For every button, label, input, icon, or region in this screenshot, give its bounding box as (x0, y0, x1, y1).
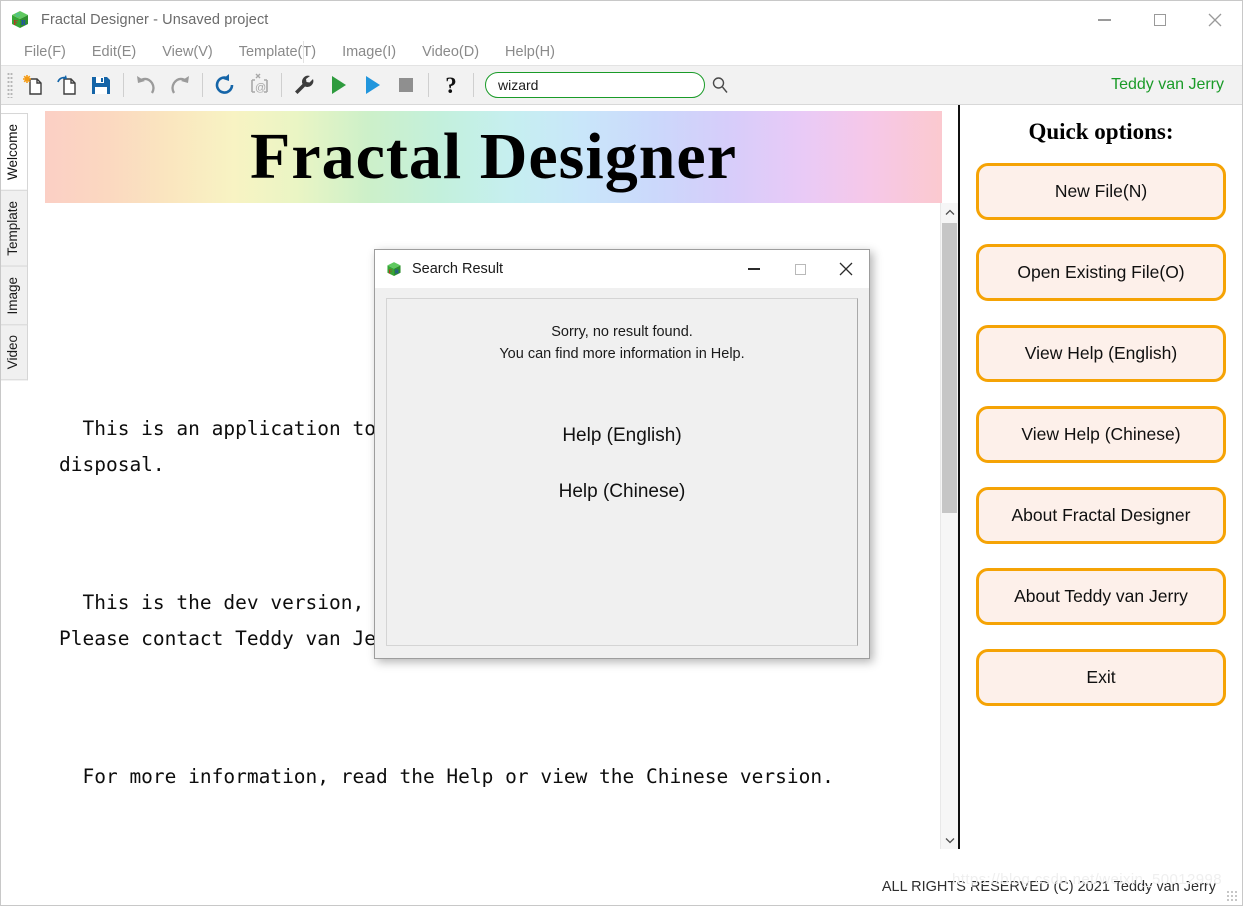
close-icon[interactable] (1187, 1, 1242, 39)
dialog-title-bar: F R Search Result (375, 250, 869, 288)
tab-video[interactable]: Video (1, 324, 28, 381)
dialog-message-line1: Sorry, no result found. (551, 324, 693, 340)
status-bar: https://blog.csdn.net/weixin_50012998 AL… (1, 869, 1242, 905)
about-fractal-designer-button[interactable]: About Fractal Designer (976, 487, 1226, 544)
scroll-down-icon[interactable] (941, 831, 959, 849)
redo-icon[interactable] (163, 68, 197, 102)
window-title: Fractal Designer - Unsaved project (41, 12, 269, 28)
open-file-icon[interactable] (50, 68, 84, 102)
search-input[interactable]: wizard (485, 72, 705, 98)
tab-image[interactable]: Image (1, 265, 28, 326)
dialog-minimize-icon[interactable] (731, 250, 777, 288)
menu-help[interactable]: Help(H) (492, 42, 568, 62)
dialog-help-english-link[interactable]: Help (English) (562, 425, 681, 447)
undo-icon[interactable] (129, 68, 163, 102)
banner: Fractal Designer (45, 111, 942, 203)
quick-options-panel: Quick options: New File(N) Open Existing… (958, 105, 1242, 849)
toolbar-grip[interactable] (7, 72, 13, 98)
quick-options-title: Quick options: (1028, 119, 1174, 144)
save-icon[interactable] (84, 68, 118, 102)
refresh-icon[interactable] (208, 68, 242, 102)
help-question-icon[interactable]: ? (434, 68, 468, 102)
toolbar: @ ? wizard Teddy van Jerry (1, 65, 1242, 105)
brand-label: Teddy van Jerry (1111, 76, 1224, 93)
menu-bar: File(F) Edit(E) View(V) Template(T) Imag… (1, 39, 1242, 65)
watermark: https://blog.csdn.net/weixin_50012998 (952, 871, 1222, 888)
toolbar-separator (473, 73, 474, 97)
render-at-icon[interactable]: @ (242, 68, 276, 102)
view-help-chinese-button[interactable]: View Help (Chinese) (976, 406, 1226, 463)
menu-edit[interactable]: Edit(E) (79, 42, 149, 62)
vertical-scrollbar[interactable] (940, 203, 958, 849)
svg-text:F: F (389, 269, 393, 275)
title-bar: F R D Fractal Designer - Unsaved project (1, 1, 1242, 39)
dialog-cube-icon: F R (387, 261, 401, 276)
dialog-window-controls (731, 250, 869, 288)
wrench-icon[interactable] (287, 68, 321, 102)
minimize-icon[interactable] (1077, 1, 1132, 39)
application-window: F R D Fractal Designer - Unsaved project… (0, 0, 1243, 906)
search-icon[interactable] (705, 72, 735, 98)
new-file-icon[interactable] (16, 68, 50, 102)
dialog-title: Search Result (412, 261, 504, 277)
dialog-content: Sorry, no result found. You can find mor… (386, 298, 858, 646)
vertical-tab-strip: Welcome Template Image Video (1, 105, 31, 849)
maximize-icon[interactable] (1132, 1, 1187, 39)
resize-grip[interactable] (1226, 890, 1238, 902)
play-green-icon[interactable] (321, 68, 355, 102)
svg-text:?: ? (445, 73, 457, 98)
exit-button[interactable]: Exit (976, 649, 1226, 706)
dialog-body: Sorry, no result found. You can find mor… (375, 288, 869, 658)
toolbar-separator (123, 73, 124, 97)
new-file-button[interactable]: New File(N) (976, 163, 1226, 220)
window-controls (1077, 1, 1242, 39)
dialog-close-icon[interactable] (823, 250, 869, 288)
search-result-dialog: F R Search Result Sorry, no result found… (374, 249, 870, 659)
menu-image[interactable]: Image(I) (329, 42, 409, 62)
menu-template[interactable]: Template(T) (226, 42, 329, 62)
toolbar-separator (202, 73, 203, 97)
scrollbar-thumb[interactable] (942, 223, 957, 513)
play-blue-icon[interactable] (355, 68, 389, 102)
svg-text:D: D (16, 14, 20, 19)
svg-text:F: F (14, 19, 18, 27)
banner-title: Fractal Designer (250, 120, 737, 193)
dialog-maximize-icon[interactable] (777, 250, 823, 288)
view-help-english-button[interactable]: View Help (English) (976, 325, 1226, 382)
scroll-up-icon[interactable] (941, 203, 959, 221)
toolbar-separator (281, 73, 282, 97)
search-area: wizard (485, 72, 735, 98)
tab-template[interactable]: Template (1, 190, 28, 267)
stop-icon[interactable] (389, 68, 423, 102)
menu-view[interactable]: View(V) (149, 42, 226, 62)
menu-file[interactable]: File(F) (11, 42, 79, 62)
open-existing-file-button[interactable]: Open Existing File(O) (976, 244, 1226, 301)
menu-video[interactable]: Video(D) (409, 42, 492, 62)
toolbar-separator (428, 73, 429, 97)
welcome-paragraph: For more information, read the Help or v… (59, 765, 834, 788)
tab-welcome[interactable]: Welcome (1, 113, 28, 192)
dialog-help-chinese-link[interactable]: Help (Chinese) (559, 481, 686, 503)
about-teddy-van-jerry-button[interactable]: About Teddy van Jerry (976, 568, 1226, 625)
menu-divider (303, 41, 304, 63)
dialog-message-line2: You can find more information in Help. (499, 346, 745, 362)
app-cube-icon: F R D (12, 11, 28, 28)
svg-text:@: @ (255, 82, 266, 94)
